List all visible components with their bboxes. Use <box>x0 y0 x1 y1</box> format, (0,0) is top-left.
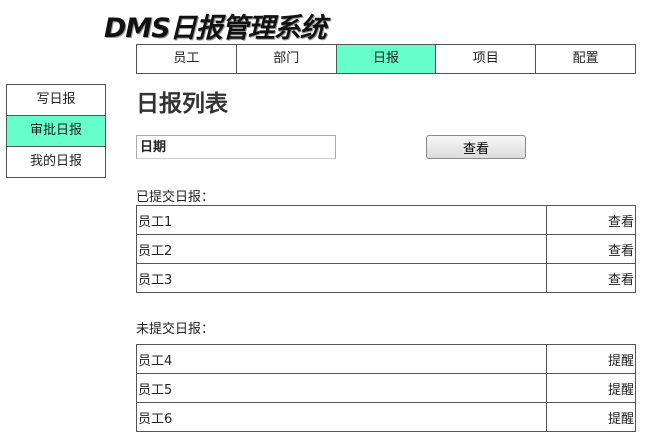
submitted-section-label: 已提交日报： <box>136 190 215 205</box>
remind-link[interactable]: 提醒 <box>546 344 636 374</box>
tab-daily-report[interactable]: 日报 <box>335 45 436 73</box>
tab-project[interactable]: 项目 <box>435 45 535 73</box>
view-button[interactable]: 查看 <box>426 135 526 159</box>
remind-link[interactable]: 提醒 <box>546 402 636 432</box>
table-row: 员工3 查看 <box>136 263 636 293</box>
table-row: 员工5 提醒 <box>136 373 636 403</box>
submitted-table: 员工1 查看 员工2 查看 员工3 查看 <box>136 205 636 293</box>
employee-name: 员工3 <box>136 263 547 293</box>
table-row: 员工1 查看 <box>136 205 636 235</box>
employee-name: 员工6 <box>136 402 547 432</box>
view-link[interactable]: 查看 <box>546 263 636 293</box>
employee-name: 员工5 <box>136 373 547 403</box>
employee-name: 员工2 <box>136 234 547 264</box>
employee-name: 员工1 <box>136 205 547 235</box>
sidebar-item-approve-report[interactable]: 审批日报 <box>7 115 105 146</box>
tab-config[interactable]: 配置 <box>535 45 635 73</box>
unsubmitted-section-label: 未提交日报： <box>136 322 215 337</box>
sidebar-item-my-reports[interactable]: 我的日报 <box>7 146 105 177</box>
table-row: 员工4 提醒 <box>136 344 636 374</box>
side-nav: 写日报 审批日报 我的日报 <box>6 84 106 178</box>
remind-link[interactable]: 提醒 <box>546 373 636 403</box>
top-nav: 员工 部门 日报 项目 配置 <box>136 44 636 74</box>
sidebar-item-write-report[interactable]: 写日报 <box>7 85 105 115</box>
tab-employee[interactable]: 员工 <box>137 45 236 73</box>
table-row: 员工6 提醒 <box>136 402 636 432</box>
app-logo-title: DMS日报管理系统 <box>104 13 327 44</box>
page-title: 日报列表 <box>136 91 228 117</box>
date-input[interactable] <box>136 135 336 159</box>
table-row: 员工2 查看 <box>136 234 636 264</box>
view-link[interactable]: 查看 <box>546 234 636 264</box>
view-link[interactable]: 查看 <box>546 205 636 235</box>
employee-name: 员工4 <box>136 344 547 374</box>
unsubmitted-table: 员工4 提醒 员工5 提醒 员工6 提醒 <box>136 344 636 432</box>
tab-department[interactable]: 部门 <box>235 45 336 73</box>
